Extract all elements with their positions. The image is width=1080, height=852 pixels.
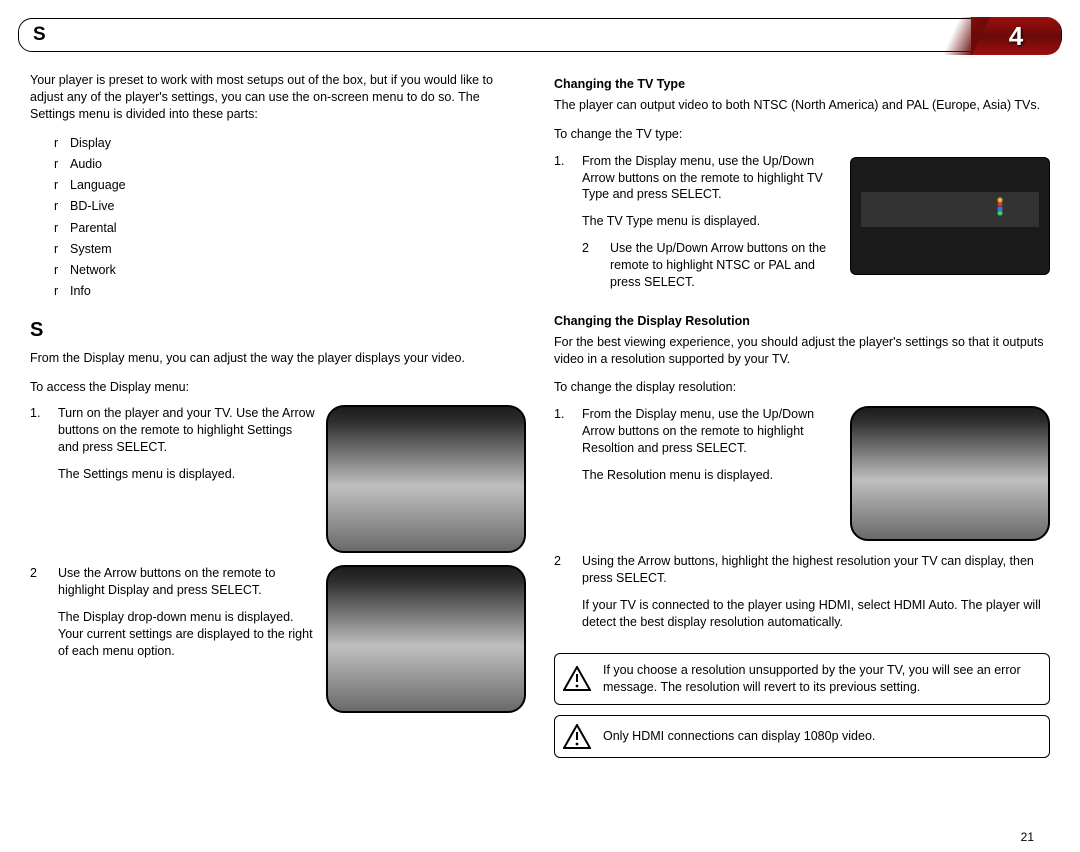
step-text: From the Display menu, use the Up/Down A… — [582, 406, 840, 541]
display-menu-photo — [326, 565, 526, 713]
step-number: 1. — [554, 406, 572, 541]
list-item: rDisplay — [54, 133, 526, 154]
step-number: 2 — [30, 565, 48, 713]
list-item: rAudio — [54, 154, 526, 175]
step-1: 1. Turn on the player and your TV. Use t… — [30, 405, 526, 553]
list-item: rInfo — [54, 281, 526, 302]
tv-type-lead: To change the TV type: — [554, 126, 1050, 143]
step-number: 2 — [582, 240, 600, 301]
resolution-lead: To change the display resolution: — [554, 379, 1050, 396]
right-column: Changing the TV Type The player can outp… — [554, 72, 1050, 768]
chapter-badge: 4 — [971, 17, 1061, 55]
chapter-number: 4 — [1009, 21, 1023, 52]
step-number: 1. — [30, 405, 48, 553]
page-header: S 4 — [18, 18, 1062, 52]
warning-hdmi-only: Only HDMI connections can display 1080p … — [554, 715, 1050, 758]
warning-unsupported-resolution: If you choose a resolution unsupported b… — [554, 653, 1050, 705]
step-text: Use the Arrow buttons on the remote to h… — [58, 565, 316, 713]
section-heading: S — [30, 317, 526, 344]
res-step-1: 1. From the Display menu, use the Up/Dow… — [554, 406, 1050, 541]
res-step-2: 2 Using the Arrow buttons, highlight the… — [554, 553, 1050, 641]
steps-access-display: 1. Turn on the player and your TV. Use t… — [30, 405, 526, 713]
settings-parts-list: rDisplay rAudio rLanguage rBD-Live rPare… — [54, 133, 526, 303]
intro-text: Your player is preset to work with most … — [30, 72, 526, 123]
settings-menu-photo — [326, 405, 526, 553]
player-rear-photo — [850, 157, 1050, 275]
list-item: rBD-Live — [54, 196, 526, 217]
tv-step-1: 1. From the Display menu, use the Up/Dow… — [554, 153, 1050, 301]
warning-text: If you choose a resolution unsupported b… — [603, 662, 1039, 696]
resolution-intro: For the best viewing experience, you sho… — [554, 334, 1050, 368]
step-text: Using the Arrow buttons, highlight the h… — [582, 553, 1050, 641]
access-lead: To access the Display menu: — [30, 379, 526, 396]
warning-text: Only HDMI connections can display 1080p … — [603, 728, 875, 745]
page-number: 21 — [1021, 830, 1034, 844]
steps-resolution: 1. From the Display menu, use the Up/Dow… — [554, 406, 1050, 641]
left-column: Your player is preset to work with most … — [30, 72, 526, 768]
warning-icon — [563, 724, 591, 749]
step-text: Turn on the player and your TV. Use the … — [58, 405, 316, 553]
resolution-heading: Changing the Display Resolution — [554, 313, 1050, 330]
section-intro: From the Display menu, you can adjust th… — [30, 350, 526, 367]
tv-type-intro: The player can output video to both NTSC… — [554, 97, 1050, 114]
step-number: 2 — [554, 553, 572, 641]
step-number: 1. — [554, 153, 572, 301]
tv-type-heading: Changing the TV Type — [554, 76, 1050, 93]
list-item: rNetwork — [54, 260, 526, 281]
list-item: rParental — [54, 218, 526, 239]
list-item: rSystem — [54, 239, 526, 260]
step-text: From the Display menu, use the Up/Down A… — [582, 153, 840, 301]
step-2: 2 Use the Arrow buttons on the remote to… — [30, 565, 526, 713]
header-title: S — [33, 24, 51, 46]
resolution-menu-photo — [850, 406, 1050, 541]
warning-icon — [563, 666, 591, 691]
steps-tv-type: 1. From the Display menu, use the Up/Dow… — [554, 153, 1050, 301]
content-columns: Your player is preset to work with most … — [0, 52, 1080, 768]
list-item: rLanguage — [54, 175, 526, 196]
